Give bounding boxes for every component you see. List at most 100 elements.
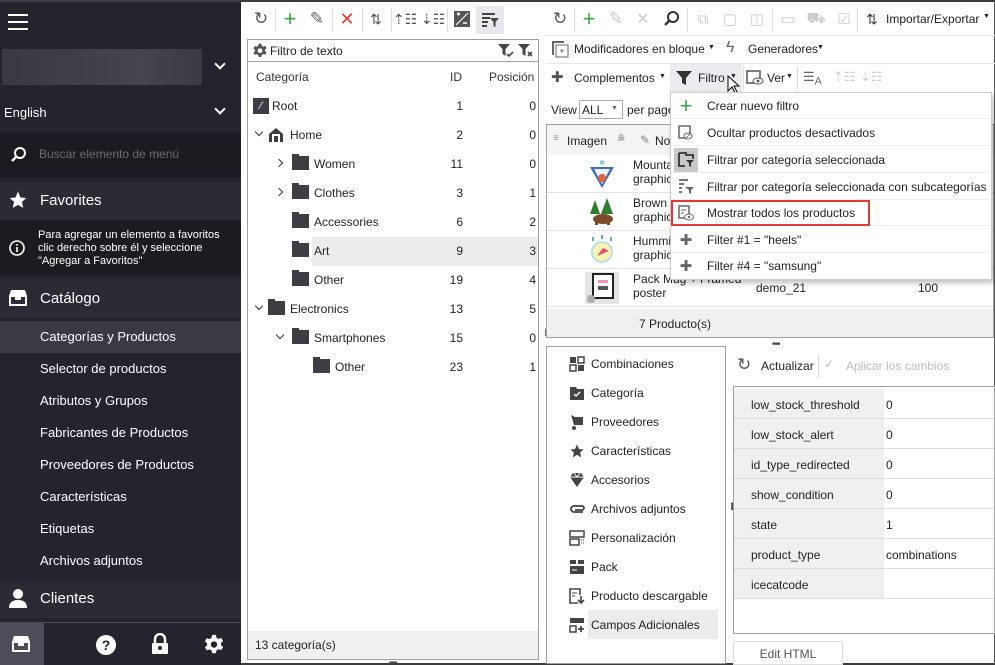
column-image[interactable]: Imagen (567, 134, 607, 148)
sidebar-item-features[interactable]: Características (0, 481, 241, 513)
menu-item-hide-disabled[interactable]: Ocultar productos desactivados (671, 120, 991, 146)
splitter-handle[interactable]: ••• (772, 339, 780, 350)
apply-changes-button[interactable]: ✓ Aplicar los cambios (824, 357, 949, 373)
move-up-icon[interactable]: ⇡☷ (393, 8, 417, 30)
tab-features[interactable]: Características (547, 436, 725, 465)
search-icon[interactable] (661, 8, 683, 30)
category-row[interactable]: Other 23 1 (248, 353, 538, 382)
view-button[interactable]: Ver (767, 71, 785, 85)
property-value[interactable]: combinations (886, 548, 957, 562)
clients-section[interactable]: Clientes (0, 580, 241, 618)
chevron-down-icon[interactable] (254, 301, 264, 311)
sidebar-item-categories-products[interactable]: Categorías y Productos (0, 321, 241, 353)
chevron-right-icon[interactable] (274, 158, 284, 168)
favorites-section[interactable]: Favorites (0, 182, 241, 220)
copy-icon[interactable]: ⧉ (692, 8, 714, 30)
column-position[interactable]: Posición (489, 70, 534, 84)
duplicate-icon[interactable]: ◫ (746, 8, 768, 30)
tab-downloadable[interactable]: Producto descargable (547, 581, 725, 610)
filter-list-icon[interactable] (476, 6, 504, 34)
edit-icon[interactable]: ✎ (605, 8, 627, 30)
property-row[interactable]: product_type combinations (734, 539, 994, 569)
menu-item-filter-by-subcategories[interactable]: Filtrar por categoría seleccionada con s… (671, 174, 991, 200)
sidebar-item-manufacturers[interactable]: Fabricantes de Productos (0, 417, 241, 449)
category-row[interactable]: Electronics 13 5 (248, 295, 538, 324)
tab-combinations[interactable]: Combinaciones (547, 349, 725, 378)
property-row[interactable]: low_stock_alert 0 (734, 419, 994, 449)
sidebar-item-product-selector[interactable]: Selector de productos (0, 353, 241, 385)
move-down-icon[interactable]: ⇣☷ (860, 69, 883, 85)
sort-icon[interactable]: ⇅ (365, 8, 387, 30)
sidebar-item-attributes[interactable]: Atributos y Grupos (0, 385, 241, 417)
property-value[interactable]: 0 (886, 398, 893, 412)
clear-filter-icon[interactable] (518, 44, 534, 58)
text-filter-row[interactable]: Filtro de texto (248, 40, 538, 62)
caret-down-icon[interactable]: ▼ (708, 44, 715, 51)
move-up-icon[interactable]: ⇡☷ (833, 69, 856, 85)
bulk-modifiers-button[interactable]: Modificadores en bloque (574, 42, 705, 56)
property-row[interactable]: show_condition 0 (734, 479, 994, 509)
category-row[interactable]: Other 19 4 (248, 266, 538, 295)
menu-search[interactable]: Buscar elemento de menú (0, 133, 241, 177)
chevron-right-icon[interactable] (274, 187, 284, 197)
category-row[interactable]: Smartphones 15 0 (248, 324, 538, 353)
paste-icon[interactable]: ▢ (719, 8, 741, 30)
apply-filter-icon[interactable] (498, 44, 514, 58)
column-id[interactable]: ID (450, 70, 462, 84)
property-value[interactable]: 1 (886, 518, 893, 532)
catalog-section[interactable]: Catálogo (0, 280, 241, 318)
sort-text-icon[interactable]: ☰A (803, 69, 822, 88)
menu-item-saved-filter-samsung[interactable]: ✚ Filter #4 = "samsung" (671, 253, 991, 279)
property-value[interactable]: 0 (886, 488, 893, 502)
language-chevron-down-icon[interactable] (214, 103, 226, 115)
column-name[interactable]: No (655, 134, 670, 148)
add-icon[interactable]: + (279, 6, 301, 31)
category-row[interactable]: Accessories 6 2 (248, 208, 538, 237)
tab-suppliers[interactable]: Proveedores (547, 407, 725, 436)
gear-icon[interactable] (252, 43, 268, 59)
refresh-icon[interactable]: ↻ (549, 8, 571, 30)
sidebar-item-suppliers[interactable]: Proveedores de Productos (0, 449, 241, 481)
shop-selector[interactable] (2, 49, 202, 85)
category-row[interactable]: ⁄ Root 1 0 (248, 92, 538, 121)
refresh-button[interactable]: ↻ Actualizar (737, 355, 814, 375)
sort-icon[interactable]: ≞ (617, 134, 625, 145)
menu-item-saved-filter-heels[interactable]: ✚ Filter #1 = "heels" (671, 227, 991, 253)
language-selector[interactable]: English (4, 105, 47, 120)
edit-icon[interactable]: ✎ (306, 8, 328, 30)
move-category-icon[interactable]: ▭ (777, 8, 799, 30)
generators-button[interactable]: Generadores (748, 42, 818, 56)
shipping-icon[interactable]: ⛟ (805, 8, 827, 30)
help-icon[interactable]: ? (95, 634, 117, 656)
delete-icon[interactable]: ✕ (632, 8, 654, 30)
property-value[interactable]: 0 (886, 428, 893, 442)
move-down-icon[interactable]: ⇣☷ (421, 8, 445, 30)
chevron-down-icon[interactable] (254, 127, 264, 137)
caret-down-icon[interactable]: ▼ (786, 73, 793, 80)
chevron-down-icon[interactable] (275, 330, 285, 340)
per-page-select[interactable]: ALL ▼ (579, 100, 623, 119)
shop-chevron-down-icon[interactable] (214, 58, 226, 70)
category-row[interactable]: Women 11 0 (248, 150, 538, 179)
tab-category[interactable]: Categoría (547, 378, 725, 407)
caret-down-icon[interactable]: ▼ (659, 73, 666, 80)
delete-icon[interactable]: ✕ (336, 8, 358, 30)
splitter-handle[interactable]: ••• (389, 658, 397, 665)
import-export-button[interactable]: Importar/Exportar (886, 12, 979, 26)
tab-additional-fields[interactable]: Campos Adicionales (547, 610, 725, 639)
edit-html-button[interactable]: Edit HTML (733, 641, 843, 665)
property-row[interactable]: low_stock_threshold 0 (734, 389, 994, 419)
addons-button[interactable]: Complementos (574, 71, 655, 85)
category-row[interactable]: Art 9 3 (248, 237, 538, 266)
tab-customization[interactable]: Personalización (547, 523, 725, 552)
refresh-icon[interactable]: ↻ (250, 8, 272, 30)
category-row[interactable]: Home 2 0 (248, 121, 538, 150)
menu-item-filter-by-category[interactable]: Filtrar por categoría seleccionada (671, 147, 991, 173)
sidebar-item-tags[interactable]: Etiquetas (0, 513, 241, 545)
sidebar-item-attachments[interactable]: Archivos adjuntos (0, 545, 241, 577)
tab-attachments[interactable]: Archivos adjuntos (547, 494, 725, 523)
property-row[interactable]: icecatcode (734, 569, 994, 599)
catalog-footer-button[interactable] (0, 623, 44, 665)
property-value[interactable]: 0 (886, 458, 893, 472)
hamburger-menu-icon[interactable] (8, 14, 28, 30)
